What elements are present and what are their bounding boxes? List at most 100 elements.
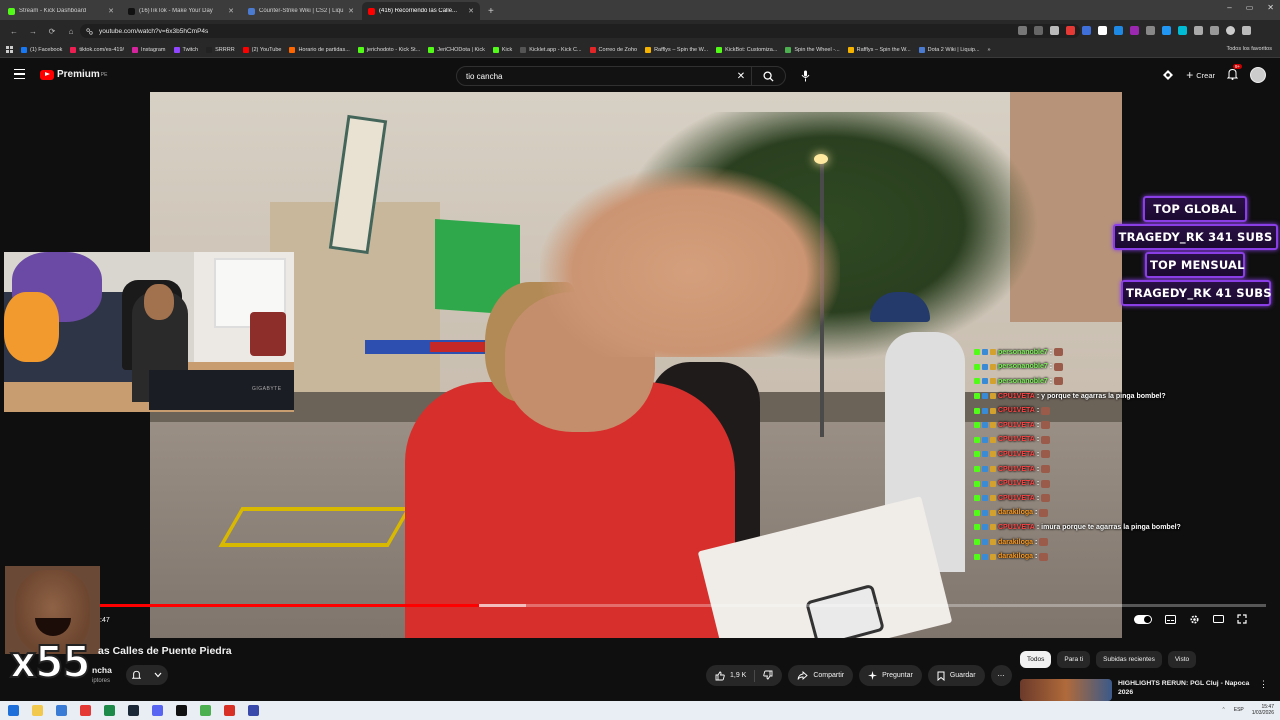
channel-name[interactable]: ncha — [92, 665, 112, 675]
video-progress-bar[interactable] — [100, 604, 1266, 607]
menu-icon[interactable] — [14, 69, 25, 79]
windows-icon[interactable] — [8, 705, 19, 716]
new-tab-button[interactable]: + — [488, 6, 494, 17]
discord-icon[interactable] — [152, 705, 163, 716]
maximize-button[interactable]: ▭ — [1246, 3, 1254, 12]
recommended-video[interactable]: HIGHLIGHTS RERUN: PGL Cluj - Napoca 2026… — [1020, 679, 1270, 701]
subscription-bell-button[interactable] — [126, 665, 168, 685]
extension-arrow-icon[interactable] — [1162, 26, 1171, 35]
bookmark-item[interactable]: Rafflys – Spin the W... — [847, 46, 911, 53]
save-button[interactable]: Guardar — [927, 665, 985, 686]
bookmark-item[interactable]: tiktok.com/es-419/ — [70, 46, 124, 53]
bookmark-item[interactable]: Kicklet.app - Kick C... — [520, 46, 582, 53]
cast-icon[interactable] — [1034, 26, 1043, 35]
studio-icon[interactable] — [1162, 69, 1174, 81]
clock[interactable]: 15:47 1/03/2026 — [1252, 704, 1274, 716]
recommended-title[interactable]: HIGHLIGHTS RERUN: PGL Cluj - Napoca 2026 — [1118, 679, 1253, 701]
like-button[interactable]: 1,9 K — [715, 671, 746, 681]
tab-close-icon[interactable]: ✕ — [108, 7, 114, 15]
filter-chip[interactable]: Visto — [1167, 651, 1197, 668]
clear-search-icon[interactable]: ✕ — [731, 71, 751, 82]
recommended-thumbnail[interactable] — [1020, 679, 1112, 701]
browser-tab[interactable]: Counter-Strike Wiki | CS2 | Liqu... ✕ — [242, 2, 360, 20]
filter-chip[interactable]: Para ti — [1057, 651, 1091, 668]
profile-icon[interactable] — [1226, 26, 1235, 35]
bookmark-item[interactable]: jerichodoto - Kick St... — [357, 46, 420, 53]
share-button[interactable]: Compartir — [788, 665, 854, 686]
avatar[interactable] — [1250, 67, 1266, 83]
voice-search-button[interactable] — [797, 68, 813, 84]
tab-close-icon[interactable]: ✕ — [348, 7, 354, 15]
extensions-puzzle-icon[interactable] — [1194, 26, 1203, 35]
autoplay-toggle[interactable] — [1134, 614, 1152, 624]
bookmark-item[interactable]: Correo de Zoho — [589, 46, 637, 53]
tab-close-icon[interactable]: ✕ — [468, 7, 474, 15]
opera-icon[interactable] — [80, 705, 91, 716]
subtitles-button[interactable] — [1164, 613, 1176, 625]
home-button[interactable]: ⌂ — [66, 27, 76, 36]
address-bar[interactable]: youtube.com/watch?v=6x3b5hCmP4s — [80, 24, 1080, 38]
more-actions-button[interactable]: ⋯ — [990, 665, 1012, 686]
search-input[interactable] — [457, 71, 731, 81]
browser-tab[interactable]: (16)TikTok - Make Your Day ✕ — [122, 2, 240, 20]
minimize-button[interactable]: – — [1227, 3, 1231, 12]
store-icon[interactable] — [56, 705, 67, 716]
extension-teal-icon[interactable] — [1178, 26, 1187, 35]
settings-button[interactable] — [1188, 613, 1200, 625]
file-explorer-icon[interactable] — [32, 705, 43, 716]
youtube-logo[interactable]: Premium PE — [40, 69, 107, 80]
bookmark-item[interactable]: JeriCHODota | Kick — [428, 46, 485, 53]
site-info-icon[interactable] — [86, 27, 93, 35]
excel-icon[interactable] — [104, 705, 115, 716]
bookmark-item[interactable]: Twitch — [173, 46, 198, 53]
bookmark-item[interactable]: Rafflys – Spin the W... — [645, 46, 708, 53]
browser-tab[interactable]: (416) Recorriendo las Calle... ✕ — [362, 2, 480, 20]
tab-close-icon[interactable]: ✕ — [228, 7, 234, 15]
search-button[interactable] — [751, 67, 785, 85]
sidebar-icon[interactable] — [1210, 26, 1219, 35]
all-bookmarks[interactable]: Todos los favoritos — [1226, 46, 1272, 52]
notepad-icon[interactable] — [248, 705, 259, 716]
extension-gray-icon[interactable] — [1146, 26, 1155, 35]
browser-tab[interactable]: Stream - Kick Dashboard ✕ — [2, 2, 120, 20]
bookmark-item[interactable]: Spin the Wheel -... — [785, 46, 840, 53]
bookmark-item[interactable]: Kick — [492, 46, 512, 53]
menu-icon[interactable] — [1242, 26, 1251, 35]
bookmark-item[interactable]: Dota 2 Wiki | Liquip... — [918, 46, 980, 53]
capcut-icon[interactable] — [176, 705, 187, 716]
bookmark-item[interactable]: KickBot: Customiza... — [716, 46, 777, 53]
filter-chip[interactable]: Todos — [1020, 651, 1052, 668]
chat-username: darakiloga — [998, 509, 1034, 517]
language-indicator[interactable]: ESP — [1234, 707, 1244, 713]
bookmarks-more-button[interactable]: » — [988, 47, 991, 53]
bookmark-item[interactable]: Horario de partidas... — [289, 46, 350, 53]
forward-button[interactable]: → — [28, 27, 38, 36]
recommended-more-icon[interactable]: ⋮ — [1259, 679, 1268, 701]
extension-purple-icon[interactable] — [1130, 26, 1139, 35]
dislike-button[interactable] — [763, 670, 773, 682]
bookmark-item[interactable]: (2) YouTube — [242, 46, 281, 53]
zoom-icon[interactable] — [1018, 26, 1027, 35]
close-window-button[interactable]: ✕ — [1267, 3, 1274, 12]
extension-red-icon[interactable] — [1066, 26, 1075, 35]
bookmark-item[interactable]: Instagram — [132, 46, 166, 53]
bookmark-item[interactable]: SRRRR — [206, 46, 235, 53]
extension-blue-icon[interactable] — [1082, 26, 1091, 35]
chrome-icon[interactable] — [200, 705, 211, 716]
extension-g-icon[interactable] — [1114, 26, 1123, 35]
star-icon[interactable] — [1050, 26, 1059, 35]
tray-up-icon[interactable]: ⌃ — [1222, 707, 1226, 713]
notifications-button[interactable]: 9+ — [1226, 64, 1243, 82]
back-button[interactable]: ← — [9, 27, 19, 36]
filter-chip[interactable]: Subidas recientes — [1096, 651, 1162, 668]
apps-grid-icon[interactable] — [6, 46, 13, 53]
create-button[interactable]: + Crear — [1186, 68, 1215, 82]
chrome-red-icon[interactable] — [224, 705, 235, 716]
bookmark-item[interactable]: (1) Facebook — [21, 46, 62, 53]
theater-mode-button[interactable] — [1212, 613, 1224, 625]
extension-diamond-icon[interactable] — [1098, 26, 1107, 35]
reload-button[interactable]: ⟳ — [47, 27, 57, 36]
steam-icon[interactable] — [128, 705, 139, 716]
ask-button[interactable]: Preguntar — [859, 665, 922, 686]
fullscreen-button[interactable] — [1236, 613, 1248, 625]
